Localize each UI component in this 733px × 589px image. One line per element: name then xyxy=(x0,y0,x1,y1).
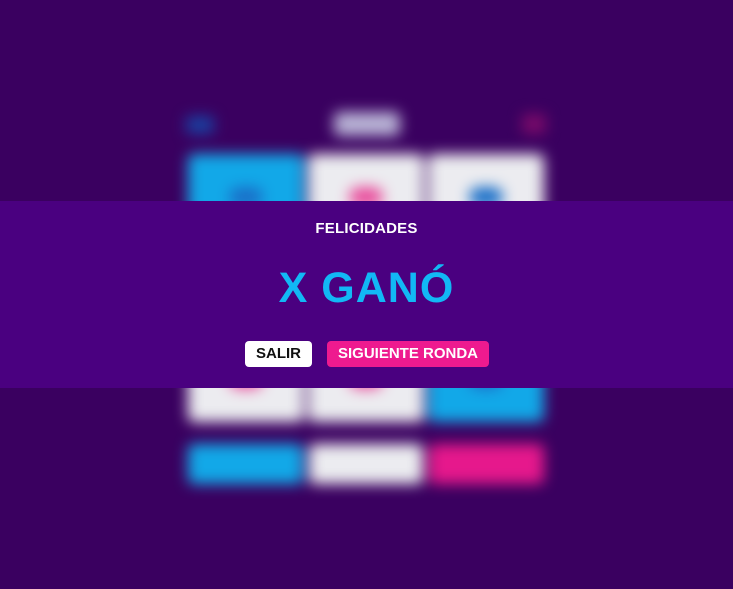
modal-subtitle: FELICIDADES xyxy=(315,220,418,237)
reset-icon xyxy=(522,114,546,134)
x-turn-icon xyxy=(186,116,214,134)
score-x-card xyxy=(188,444,303,484)
quit-button[interactable]: SALIR xyxy=(245,341,312,367)
score-row xyxy=(188,444,544,484)
game-screen: FELICIDADES X GANÓ SALIR SIGUIENTE RONDA xyxy=(0,0,733,589)
score-ties-card xyxy=(308,444,424,484)
turn-indicator xyxy=(334,112,400,136)
next-round-button[interactable]: SIGUIENTE RONDA xyxy=(327,341,489,367)
winner-title: X GANÓ xyxy=(278,264,455,312)
score-o-card xyxy=(429,444,544,484)
